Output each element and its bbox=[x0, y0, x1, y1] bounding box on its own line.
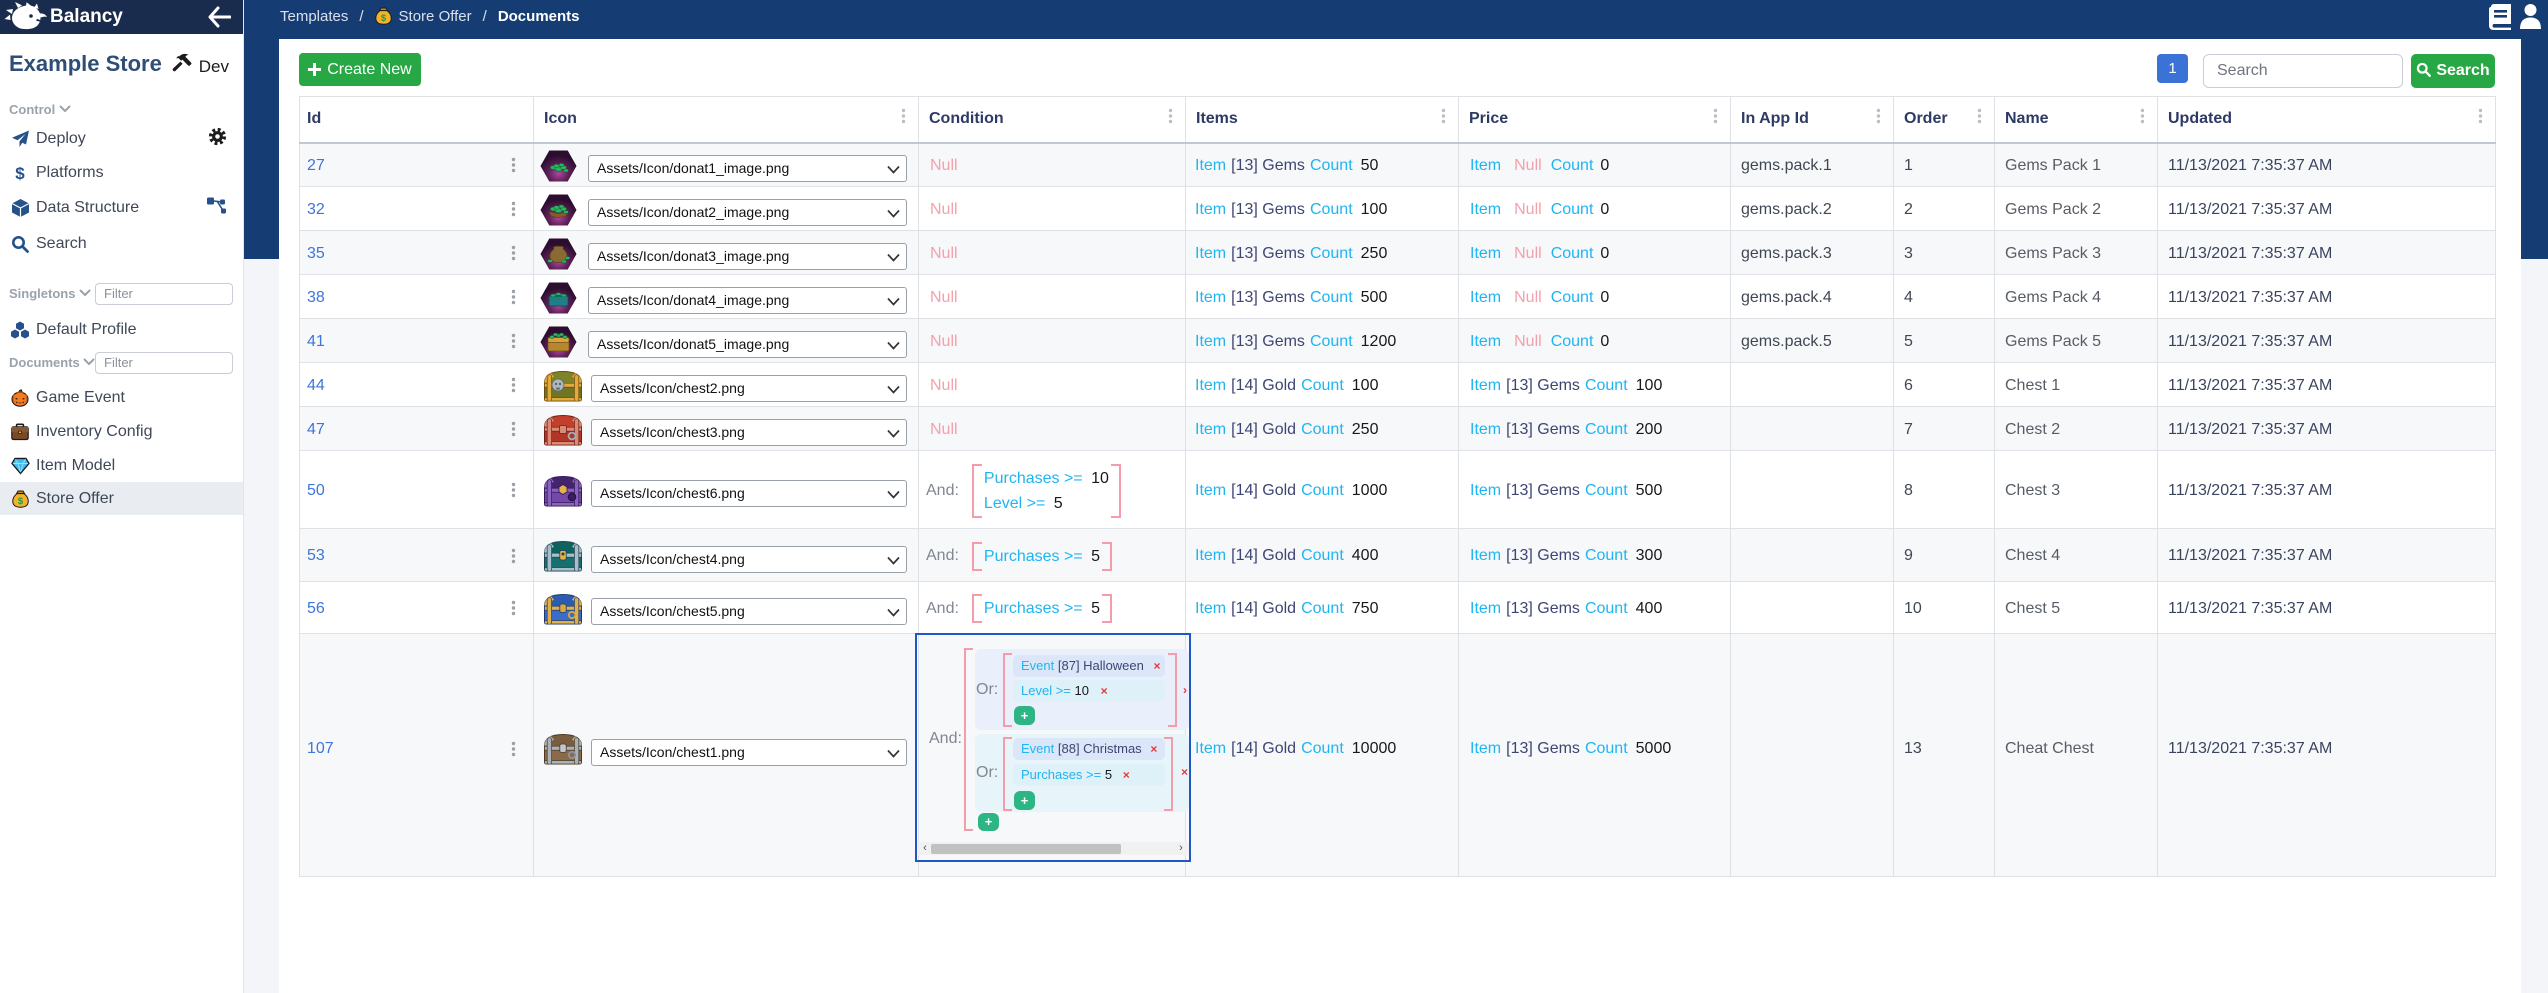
svg-text:$: $ bbox=[380, 13, 386, 24]
svg-text:$: $ bbox=[17, 496, 23, 507]
svg-text:$: $ bbox=[15, 164, 25, 183]
